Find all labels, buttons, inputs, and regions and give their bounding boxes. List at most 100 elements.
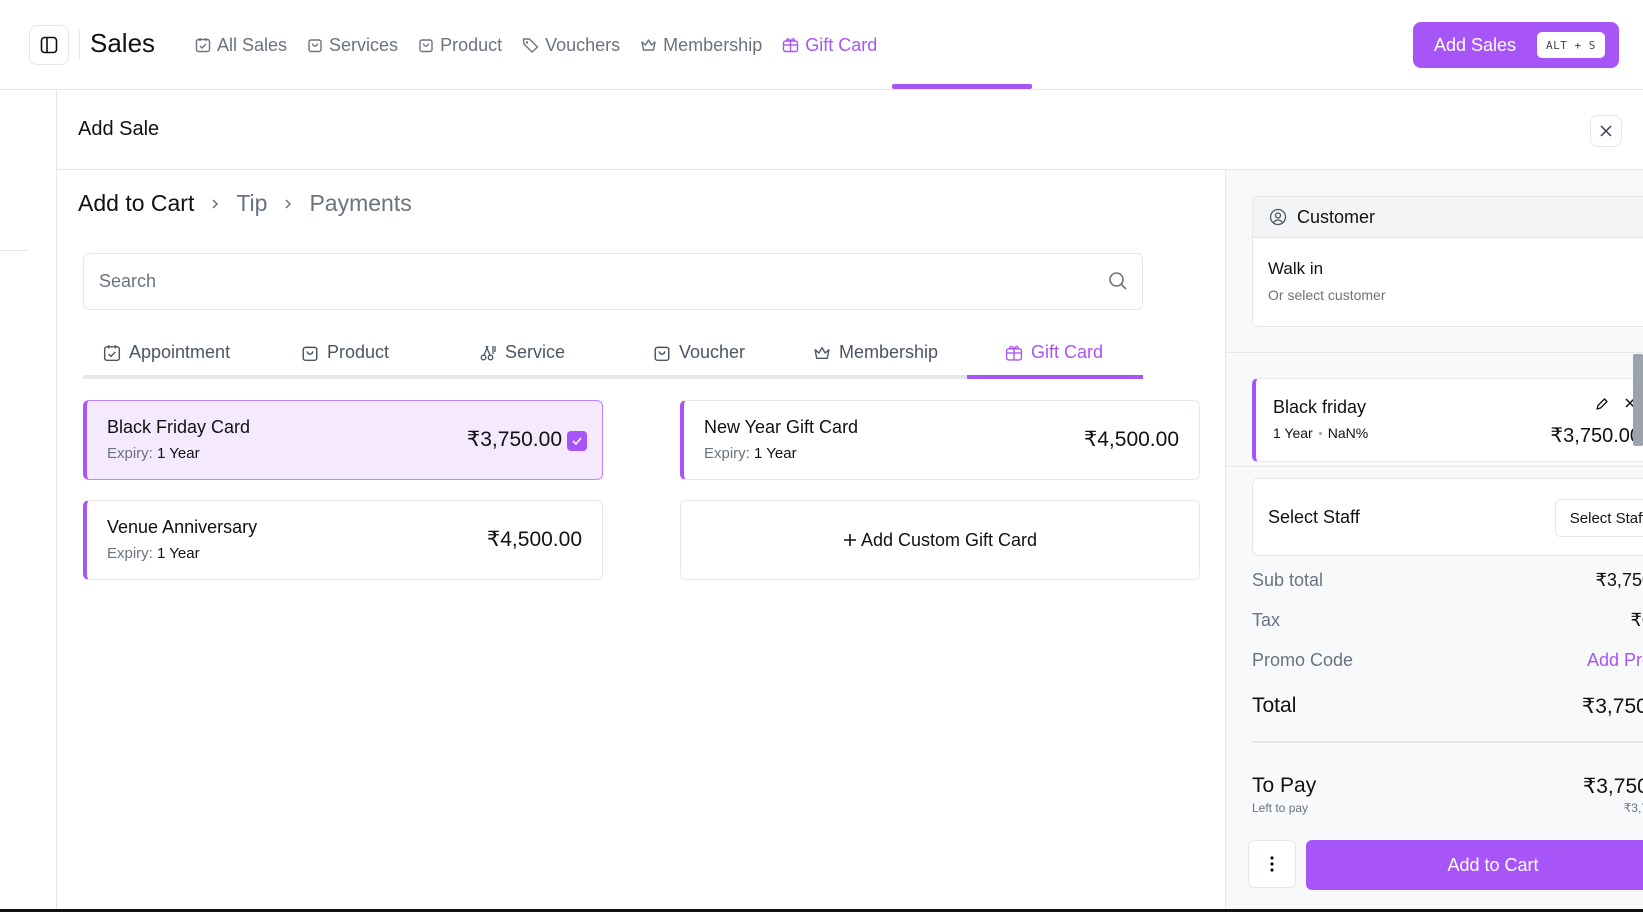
- nav-product[interactable]: Product: [418, 0, 522, 90]
- staff-label: Select Staff: [1268, 507, 1360, 527]
- add-promo-link[interactable]: Add Promo: [1587, 650, 1643, 671]
- gift-card-name: New Year Gift Card: [704, 417, 859, 437]
- expiry-label: Expiry:: [107, 545, 153, 562]
- promo-row: Promo Code Add Promo: [1252, 650, 1643, 671]
- breadcrumb-tip[interactable]: Tip: [236, 190, 267, 217]
- gift-card-item[interactable]: New Year Gift Card Expiry: 1 Year ₹4,500…: [680, 400, 1200, 480]
- cart-item[interactable]: Black friday 1 Year NaN% ₹3,750.00: [1252, 378, 1643, 462]
- subtotal-value: ₹3,750.00: [1595, 570, 1643, 590]
- expiry-value: 1 Year: [157, 545, 200, 562]
- tag-icon: [522, 38, 539, 53]
- cart-item-discount: NaN%: [1327, 425, 1369, 441]
- expiry-value: 1 Year: [754, 445, 797, 462]
- total-label: Total: [1252, 694, 1297, 717]
- more-vertical-icon: [1270, 856, 1274, 872]
- customer-header: Customer: [1253, 197, 1643, 238]
- chevron-right-icon: [212, 198, 219, 209]
- bag-icon: [419, 39, 433, 53]
- customer-header-label: Customer: [1297, 206, 1376, 227]
- tab-active-indicator: [967, 375, 1143, 379]
- subtotal-label: Sub total: [1252, 570, 1324, 590]
- expiry-label: Expiry:: [107, 445, 153, 462]
- keyboard-shortcut-badge: ALT + S: [1537, 32, 1605, 58]
- tab-voucher-label: Voucher: [679, 342, 746, 362]
- bag-icon: [302, 346, 318, 361]
- customer-selector[interactable]: Customer Walk in Or select customer: [1252, 196, 1643, 327]
- divider: [1226, 466, 1643, 467]
- cart-item-meta: 1 Year NaN%: [1273, 425, 1368, 441]
- tab-product[interactable]: Product: [301, 330, 389, 375]
- tab-appointment[interactable]: Appointment: [103, 330, 230, 375]
- selected-checkbox[interactable]: [567, 431, 587, 451]
- expiry-label: Expiry:: [704, 445, 750, 462]
- select-staff-button[interactable]: Select Staff: [1555, 499, 1643, 537]
- chevron-right-icon: [285, 198, 292, 209]
- add-sales-label: Add Sales: [1434, 34, 1517, 55]
- cart-item-price: ₹3,750.00: [1550, 425, 1641, 447]
- panel-header: Add Sale: [57, 90, 1643, 170]
- gift-card-price: ₹3,750.00: [466, 428, 562, 451]
- promo-label: Promo Code: [1252, 650, 1354, 670]
- gift-card-expiry: Expiry: 1 Year: [704, 445, 797, 462]
- tab-product-label: Product: [327, 342, 390, 362]
- gift-card-name: Venue Anniversary: [107, 517, 258, 537]
- divider: [1252, 741, 1643, 743]
- to-pay-sublabel: Left to pay: [1252, 801, 1309, 815]
- cart-item-name: Black friday: [1273, 397, 1367, 417]
- to-pay-label: To Pay: [1252, 774, 1317, 797]
- more-options-button[interactable]: [1248, 840, 1296, 888]
- tax-row: Tax ₹0.00: [1252, 610, 1643, 631]
- pencil-icon[interactable]: [1595, 397, 1609, 411]
- nav-membership[interactable]: Membership: [640, 0, 782, 90]
- tab-membership[interactable]: Membership: [813, 330, 938, 375]
- nav-membership-label: Membership: [663, 34, 763, 55]
- gift-card-price: ₹4,500.00: [486, 528, 582, 551]
- close-button[interactable]: [1590, 115, 1622, 147]
- add-sales-button[interactable]: Add Sales ALT + S: [1413, 22, 1619, 68]
- close-icon: [1600, 125, 1612, 137]
- add-custom-gift-card-button[interactable]: Add Custom Gift Card: [680, 500, 1200, 580]
- subtotal-row: Sub total ₹3,750.00: [1252, 570, 1643, 591]
- total-value: ₹3,750.00: [1581, 695, 1643, 718]
- tax-value: ₹0.00: [1630, 610, 1643, 630]
- customer-name: Walk in: [1268, 259, 1324, 278]
- top-bar: Sales All Sales Services Product Voucher…: [0, 0, 1643, 90]
- add-custom-gift-card-label: Add Custom Gift Card: [860, 529, 1038, 550]
- expiry-value: 1 Year: [157, 445, 200, 462]
- gift-card-expiry: Expiry: 1 Year: [107, 445, 200, 462]
- nav-vouchers[interactable]: Vouchers: [522, 0, 640, 90]
- search-input[interactable]: [84, 254, 1064, 309]
- nav-services-label: Services: [329, 34, 399, 55]
- backdrop: [0, 90, 57, 912]
- nav-active-indicator: [892, 84, 1032, 89]
- tab-voucher[interactable]: Voucher: [653, 330, 745, 375]
- check-icon: [572, 437, 582, 446]
- gift-card-item[interactable]: Venue Anniversary Expiry: 1 Year ₹4,500.…: [83, 500, 603, 580]
- sidebar-toggle-icon[interactable]: [29, 25, 69, 65]
- nav-all-sales[interactable]: All Sales: [195, 0, 307, 90]
- nav-services[interactable]: Services: [307, 0, 418, 90]
- plus-icon: [843, 534, 856, 546]
- gift-card-item[interactable]: Black Friday Card Expiry: 1 Year ₹3,750.…: [83, 400, 603, 480]
- breadcrumb-add-to-cart[interactable]: Add to Cart: [78, 190, 194, 217]
- top-nav: All Sales Services Product Vouchers Memb…: [195, 0, 897, 90]
- breadcrumb: Add to Cart Tip Payments: [78, 190, 412, 217]
- tab-service[interactable]: Service: [479, 330, 565, 375]
- nav-product-label: Product: [440, 34, 503, 55]
- divider: [1226, 352, 1643, 353]
- calendar-check-icon: [103, 344, 121, 361]
- nav-gift-card[interactable]: Gift Card: [782, 0, 897, 90]
- search-icon[interactable]: [1108, 271, 1128, 291]
- crown-icon: [641, 39, 656, 51]
- scrollbar[interactable]: [1633, 354, 1643, 446]
- tab-gift-card[interactable]: Gift Card: [1005, 330, 1103, 375]
- nav-gift-card-label: Gift Card: [805, 34, 878, 55]
- nav-vouchers-label: Vouchers: [545, 34, 621, 55]
- page-title: Sales: [90, 28, 156, 58]
- bag-icon: [308, 39, 322, 53]
- scissors-icon: [480, 345, 496, 360]
- crown-icon: [814, 346, 830, 359]
- breadcrumb-payments[interactable]: Payments: [309, 190, 411, 217]
- gift-card-price: ₹4,500.00: [1083, 428, 1179, 451]
- add-to-cart-button[interactable]: Add to Cart: [1306, 840, 1643, 890]
